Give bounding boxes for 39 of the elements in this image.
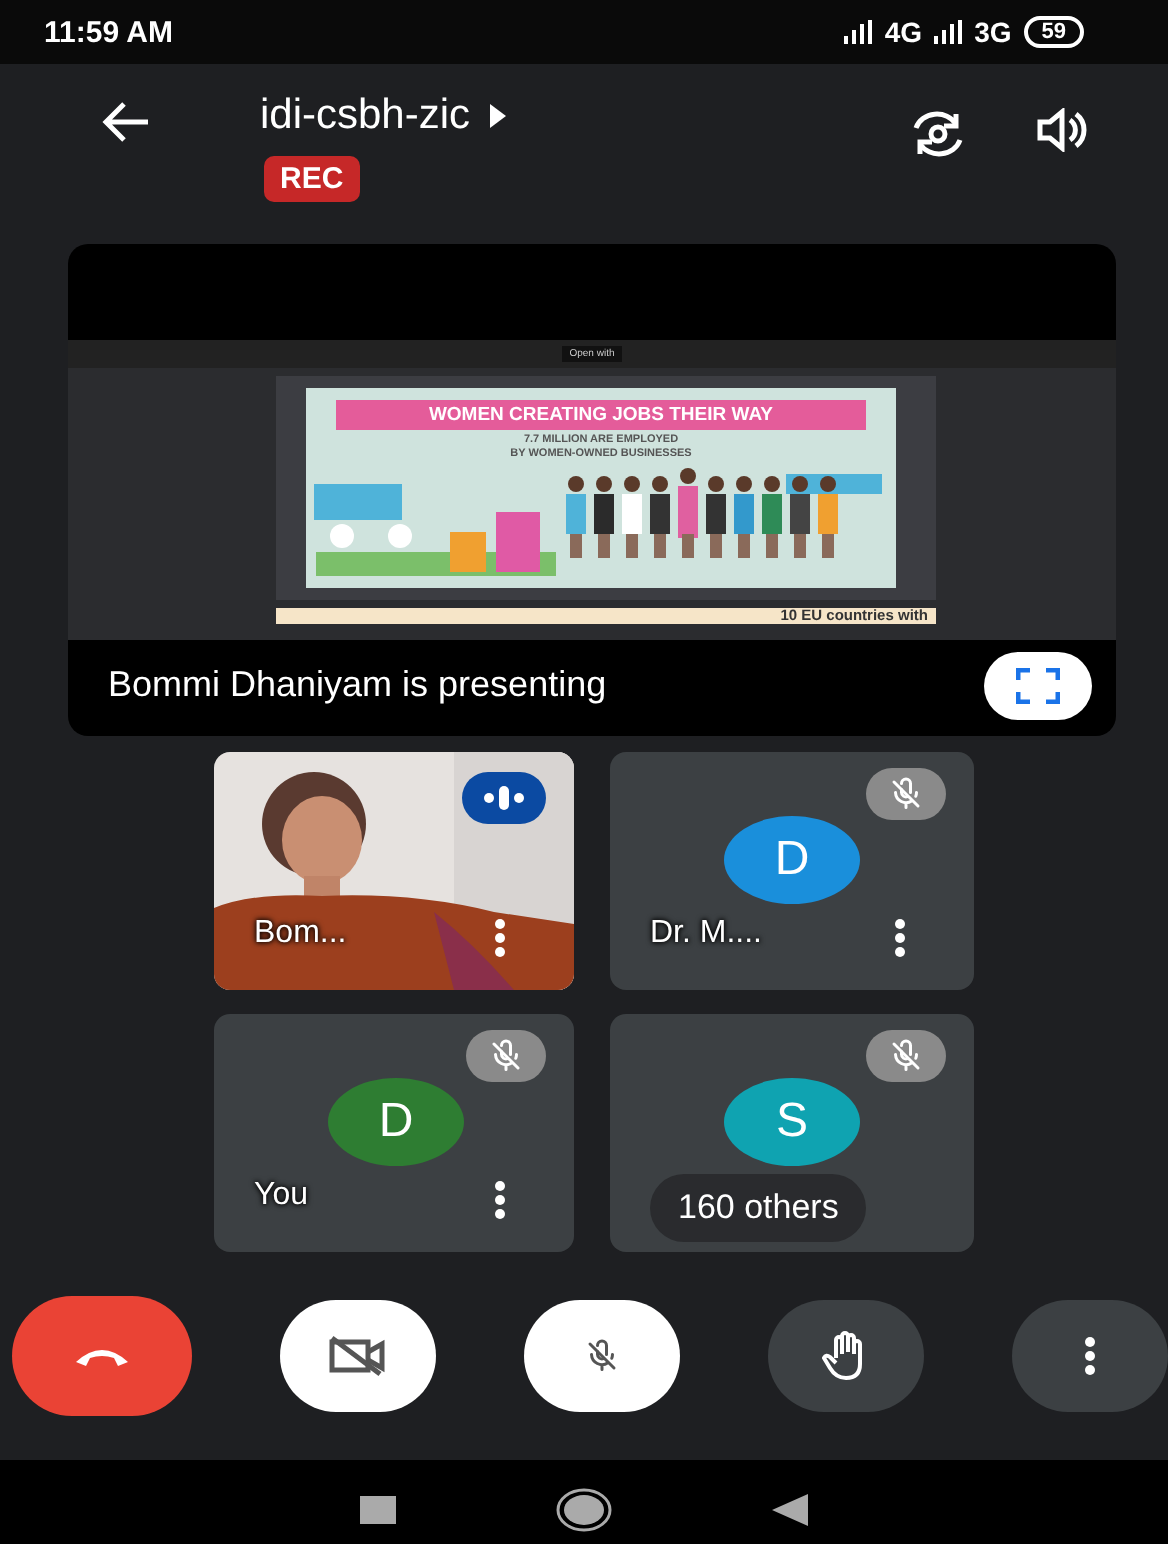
mic-off-icon xyxy=(888,1038,924,1074)
home-icon[interactable] xyxy=(556,1488,612,1532)
slide-title: WOMEN CREATING JOBS THEIR WAY xyxy=(336,400,866,430)
play-triangle-icon[interactable] xyxy=(490,104,507,128)
phone-icon xyxy=(72,1344,132,1368)
fullscreen-button[interactable] xyxy=(984,652,1092,720)
avatar-initial: D xyxy=(724,816,860,904)
more-options-icon xyxy=(1084,1336,1096,1376)
network-type: 4G xyxy=(884,16,923,48)
participant-name: Bom... xyxy=(254,916,347,952)
back-arrow-icon[interactable] xyxy=(100,100,152,144)
signal-icon xyxy=(844,20,873,44)
more-options-icon[interactable] xyxy=(494,1180,506,1220)
switch-camera-icon[interactable] xyxy=(908,108,968,160)
back-nav-icon[interactable] xyxy=(772,1494,808,1526)
speaker-icon[interactable] xyxy=(1036,108,1088,152)
participant-name: You xyxy=(254,1178,308,1214)
participant-tile[interactable]: D Dr. M.... xyxy=(610,752,974,990)
network-type: 3G xyxy=(974,16,1012,48)
others-count[interactable]: 160 others xyxy=(650,1174,867,1242)
participant-name: Dr. M.... xyxy=(650,916,762,952)
recording-badge: REC xyxy=(264,156,360,202)
more-options-icon[interactable] xyxy=(494,918,506,958)
presenting-caption: Bommi Dhaniyam is presenting xyxy=(108,664,607,706)
mic-off-icon xyxy=(584,1338,620,1374)
camera-icon xyxy=(328,1334,388,1378)
signal-icon xyxy=(934,20,963,44)
clock-time: 11:59 AM xyxy=(44,15,173,49)
fullscreen-icon xyxy=(1016,668,1060,704)
avatar-initial: S xyxy=(724,1078,860,1166)
participant-tile[interactable]: D You xyxy=(214,1014,574,1252)
battery-level: 59 xyxy=(1023,16,1084,48)
mic-off-icon xyxy=(888,776,924,812)
avatar-initial: D xyxy=(328,1078,464,1166)
more-options-icon[interactable] xyxy=(894,918,906,958)
participant-tile[interactable]: S 160 others xyxy=(610,1014,974,1252)
mic-off-icon xyxy=(488,1038,524,1074)
participant-tile[interactable]: Bom... xyxy=(214,752,574,990)
meeting-code[interactable]: idi-csbh-zic xyxy=(260,92,471,140)
